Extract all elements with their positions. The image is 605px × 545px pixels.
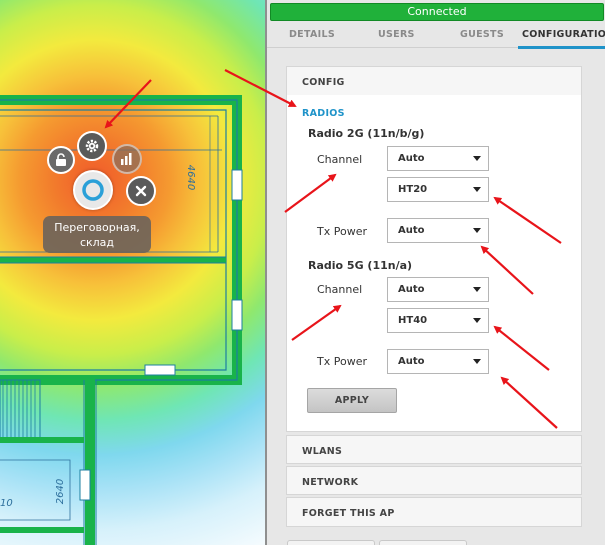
radio-2g-title: Radio 2G (11n/b/g) xyxy=(308,127,425,140)
txpower-2g-label: Tx Power xyxy=(317,225,367,238)
lock-icon xyxy=(56,153,66,166)
tab-bar: DETAILS USERS GUESTS CONFIGURATION xyxy=(267,24,605,49)
footer-button[interactable] xyxy=(287,540,375,545)
ap-name-label: Переговорная, склад xyxy=(43,216,151,253)
access-point-icon xyxy=(82,179,104,201)
chevron-down-icon xyxy=(473,228,481,233)
bar-chart-icon xyxy=(121,153,132,165)
chevron-down-icon xyxy=(473,318,481,323)
network-section-header[interactable]: NETWORK xyxy=(286,466,582,495)
tab-guests[interactable]: GUESTS xyxy=(460,29,504,40)
tab-configuration[interactable]: CONFIGURATION xyxy=(517,29,605,49)
dimension-label: 4640 xyxy=(185,164,197,191)
close-icon xyxy=(135,185,147,197)
chevron-down-icon xyxy=(473,287,481,292)
config-section-header[interactable]: CONFIG xyxy=(286,66,582,96)
access-point-marker[interactable] xyxy=(73,170,113,210)
channel-2g-select[interactable]: Auto xyxy=(387,146,489,171)
radio-5g-title: Radio 5G (11n/a) xyxy=(308,259,413,272)
txpower-5g-select[interactable]: Auto xyxy=(387,349,489,374)
heatmap-floor-plan[interactable]: 4640 2640 10 Переговорная, склад xyxy=(0,0,266,545)
channel-width-2g-select[interactable]: HT20 xyxy=(387,177,489,202)
channel-5g-select[interactable]: Auto xyxy=(387,277,489,302)
txpower-5g-label: Tx Power xyxy=(317,355,367,368)
gear-icon xyxy=(85,139,99,153)
channel-5g-label: Channel xyxy=(317,283,363,296)
wlans-section-header[interactable]: WLANS xyxy=(286,435,582,464)
floor-plan-walls xyxy=(0,95,243,545)
chevron-down-icon xyxy=(473,156,481,161)
apply-button[interactable]: APPLY xyxy=(307,388,397,413)
tab-details[interactable]: DETAILS xyxy=(289,29,335,40)
settings-button[interactable] xyxy=(77,131,107,161)
close-button[interactable] xyxy=(126,176,156,206)
channel-2g-label: Channel xyxy=(317,153,363,166)
footer-button[interactable] xyxy=(379,540,467,545)
dimension-label: 10 xyxy=(0,498,13,509)
dimension-label: 2640 xyxy=(55,478,67,505)
channel-width-5g-select[interactable]: HT40 xyxy=(387,308,489,333)
tab-users[interactable]: USERS xyxy=(378,29,415,40)
txpower-2g-select[interactable]: Auto xyxy=(387,218,489,243)
status-badge: Connected xyxy=(270,3,604,21)
chevron-down-icon xyxy=(473,359,481,364)
statistics-button[interactable] xyxy=(112,144,142,174)
radios-section-title[interactable]: RADIOS xyxy=(302,108,345,119)
forget-ap-section-header[interactable]: FORGET THIS AP xyxy=(286,497,582,527)
chevron-down-icon xyxy=(473,187,481,192)
lock-button[interactable] xyxy=(47,146,75,174)
